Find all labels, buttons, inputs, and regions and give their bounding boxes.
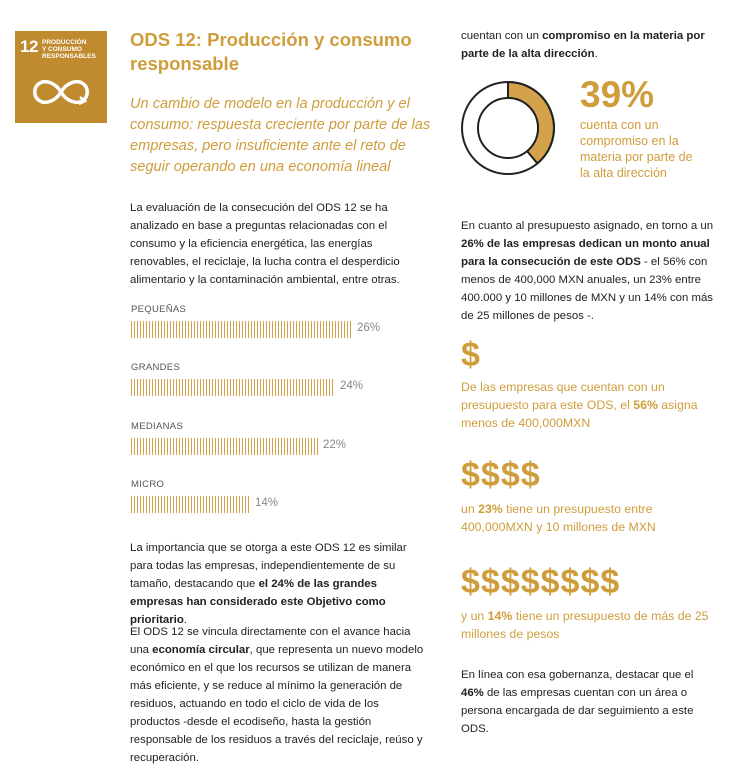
budget-caption-3: y un 14% tiene un presupuesto de más de … <box>461 609 709 641</box>
governance-paragraph: En línea con esa gobernanza, destacar qu… <box>461 669 694 735</box>
bar <box>131 379 335 396</box>
big-percentage: 39% <box>580 74 655 115</box>
bar <box>131 496 250 513</box>
bar-label: MICRO <box>131 479 165 490</box>
badge-number: 12 <box>20 37 38 56</box>
bar-value-label: 22% <box>323 439 347 451</box>
budget-paragraph: En cuanto al presupuesto asignado, en to… <box>461 220 714 322</box>
donut-chart <box>461 80 555 175</box>
dollar-icon-1: $ <box>461 336 481 374</box>
circular-economy-paragraph: El ODS 12 se vincula directamente con el… <box>130 626 424 764</box>
bar-item-micro: MICRO 14% <box>131 479 278 514</box>
importance-paragraph: La importancia que se otorga a este ODS … <box>130 542 407 626</box>
dollar-icon-8: $$$$$$$$ <box>461 563 621 601</box>
bar-label: PEQUEÑAS <box>131 304 187 315</box>
bar-label: MEDIANAS <box>131 421 184 432</box>
sdg-12-badge: 12 PRODUCCIÓN Y CONSUMO RESPONSABLES <box>15 31 107 123</box>
page-title: ODS 12: Producción y consumo responsable <box>130 29 412 74</box>
infinity-icon <box>33 79 89 106</box>
bar-item-grandes: GRANDES 24% <box>131 362 363 397</box>
commitment-text: cuentan con un compromiso en la materia … <box>461 30 705 60</box>
bar <box>131 438 318 455</box>
budget-caption-1: De las empresas que cuentan con un presu… <box>461 380 698 430</box>
bar-value-label: 14% <box>255 497 279 509</box>
bar-label: GRANDES <box>131 362 181 373</box>
budget-caption-2: un 23% tiene un presupuesto entre 400,00… <box>461 502 656 534</box>
big-percentage-caption: cuenta con un compromiso en la materia p… <box>580 118 693 180</box>
bar-item-pequenas: PEQUEÑAS 26% <box>131 304 380 339</box>
intro-paragraph: La evaluación de la consecución del ODS … <box>130 202 400 286</box>
badge-label: PRODUCCIÓN Y CONSUMO RESPONSABLES <box>42 39 96 60</box>
bar-item-medianas: MEDIANAS 22% <box>131 421 346 456</box>
bar <box>131 321 352 338</box>
page-subtitle: Un cambio de modelo en la producción y e… <box>130 96 431 175</box>
dollar-icon-4: $$$$ <box>461 456 541 494</box>
bar-value-label: 24% <box>340 380 364 392</box>
bar-value-label: 26% <box>357 322 381 334</box>
